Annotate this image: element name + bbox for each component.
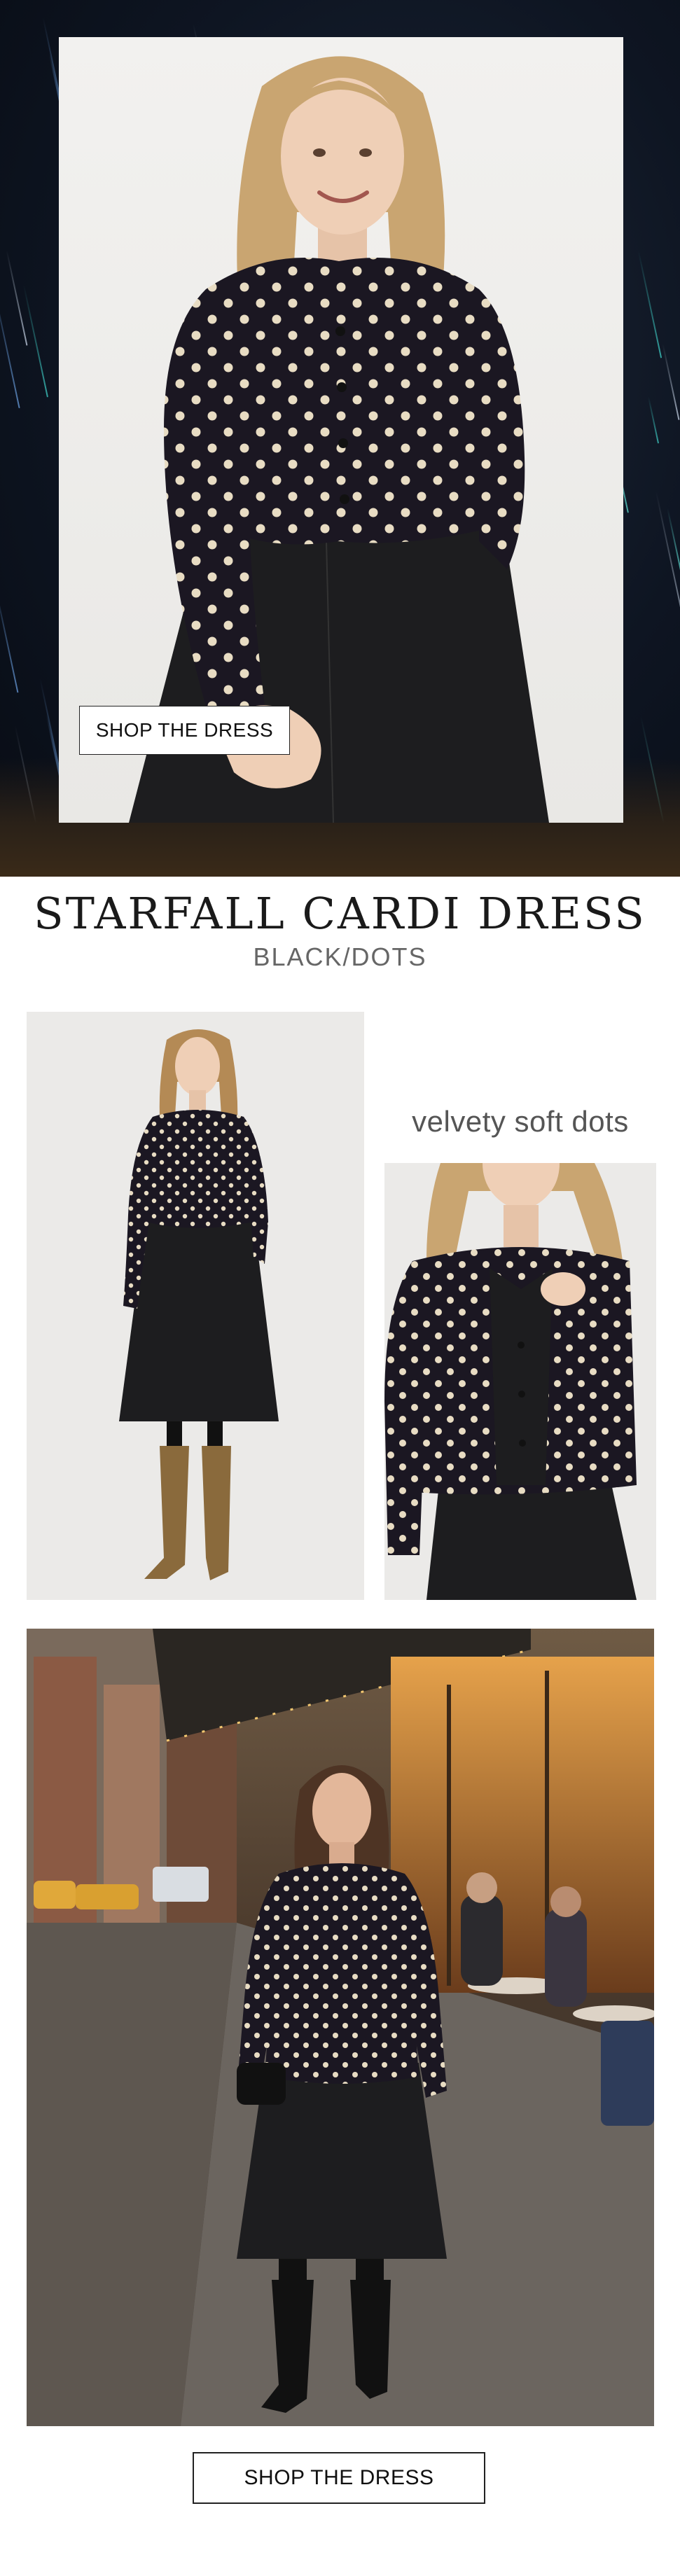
meteor-streak <box>638 251 662 359</box>
product-title: STARFALL CARDI DRESS <box>34 888 646 939</box>
cardigan-detail-illustration <box>384 1163 637 1600</box>
street-lifestyle-photo[interactable] <box>27 1629 654 2426</box>
product-color: BLACK/DOTS <box>253 942 427 971</box>
shop-the-dress-bottom-button[interactable]: SHOP THE DRESS <box>193 2452 485 2504</box>
meteor-streak <box>0 583 19 693</box>
hero-photo[interactable]: SHOP THE DRESS <box>59 37 623 823</box>
meteor-streak <box>6 250 28 346</box>
shop-the-dress-button[interactable]: SHOP THE DRESS <box>79 706 290 755</box>
model-full-length-illustration <box>119 1029 279 1580</box>
feature-tagline: velvety soft dots <box>412 1105 629 1138</box>
street-scene-illustration <box>27 1629 654 2426</box>
full-length-photo[interactable] <box>27 1012 364 1600</box>
model-closeup-illustration <box>129 56 549 823</box>
hero-banner: SHOP THE DRESS <box>0 0 680 877</box>
meteor-streak <box>647 396 659 444</box>
detail-photo[interactable] <box>384 1163 656 1600</box>
meteor-streak <box>23 285 49 398</box>
meteor-streak <box>662 344 680 421</box>
meteor-streak <box>667 508 680 573</box>
